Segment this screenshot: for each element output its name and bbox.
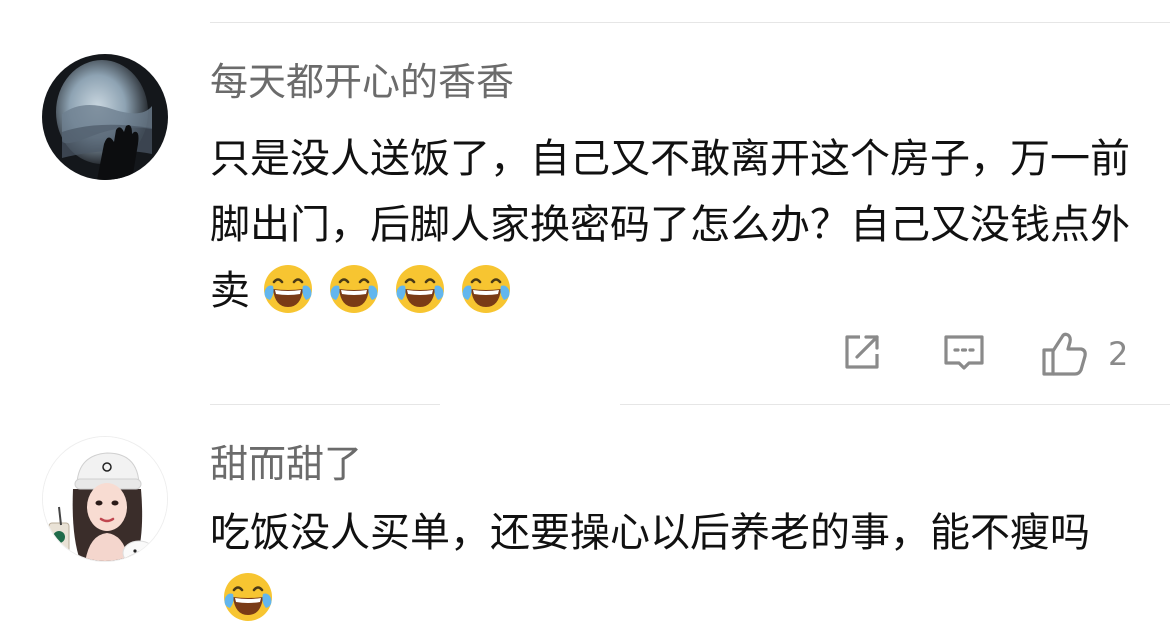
username[interactable]: 每天都开心的香香 <box>210 58 514 106</box>
avatar[interactable] <box>42 436 168 562</box>
laughing-tears-emoji-icon <box>326 260 382 316</box>
reply-button[interactable] <box>941 330 987 380</box>
laughing-tears-emoji-icon <box>392 260 448 316</box>
laughing-tears-emoji-icon <box>220 568 276 624</box>
laughing-tears-emoji-icon <box>458 260 514 316</box>
comment-item: 甜而甜了 吃饭没人买单，还要操心以后养老的事，能不瘦吗 <box>0 404 1170 640</box>
share-icon <box>845 335 879 369</box>
thumbs-up-icon <box>1042 332 1087 376</box>
comment-text: 只是没人送饭了，自己又不敢离开这个房子，万一前脚出门，后脚人家换密码了怎么办？自… <box>210 126 1140 324</box>
avatar[interactable] <box>42 54 168 180</box>
username[interactable]: 甜而甜了 <box>210 440 362 488</box>
laughing-tears-emoji-icon <box>260 260 316 316</box>
comment-reply-icon <box>944 335 984 370</box>
comment-text: 吃饭没人买单，还要操心以后养老的事，能不瘦吗 <box>210 500 1140 632</box>
comment-body: 吃饭没人买单，还要操心以后养老的事，能不瘦吗 <box>210 510 1090 556</box>
like-count: 2 <box>1108 335 1129 373</box>
share-button[interactable] <box>840 330 884 380</box>
comment-item: 每天都开心的香香 只是没人送饭了，自己又不敢离开这个房子，万一前脚出门，后脚人家… <box>0 0 1170 400</box>
